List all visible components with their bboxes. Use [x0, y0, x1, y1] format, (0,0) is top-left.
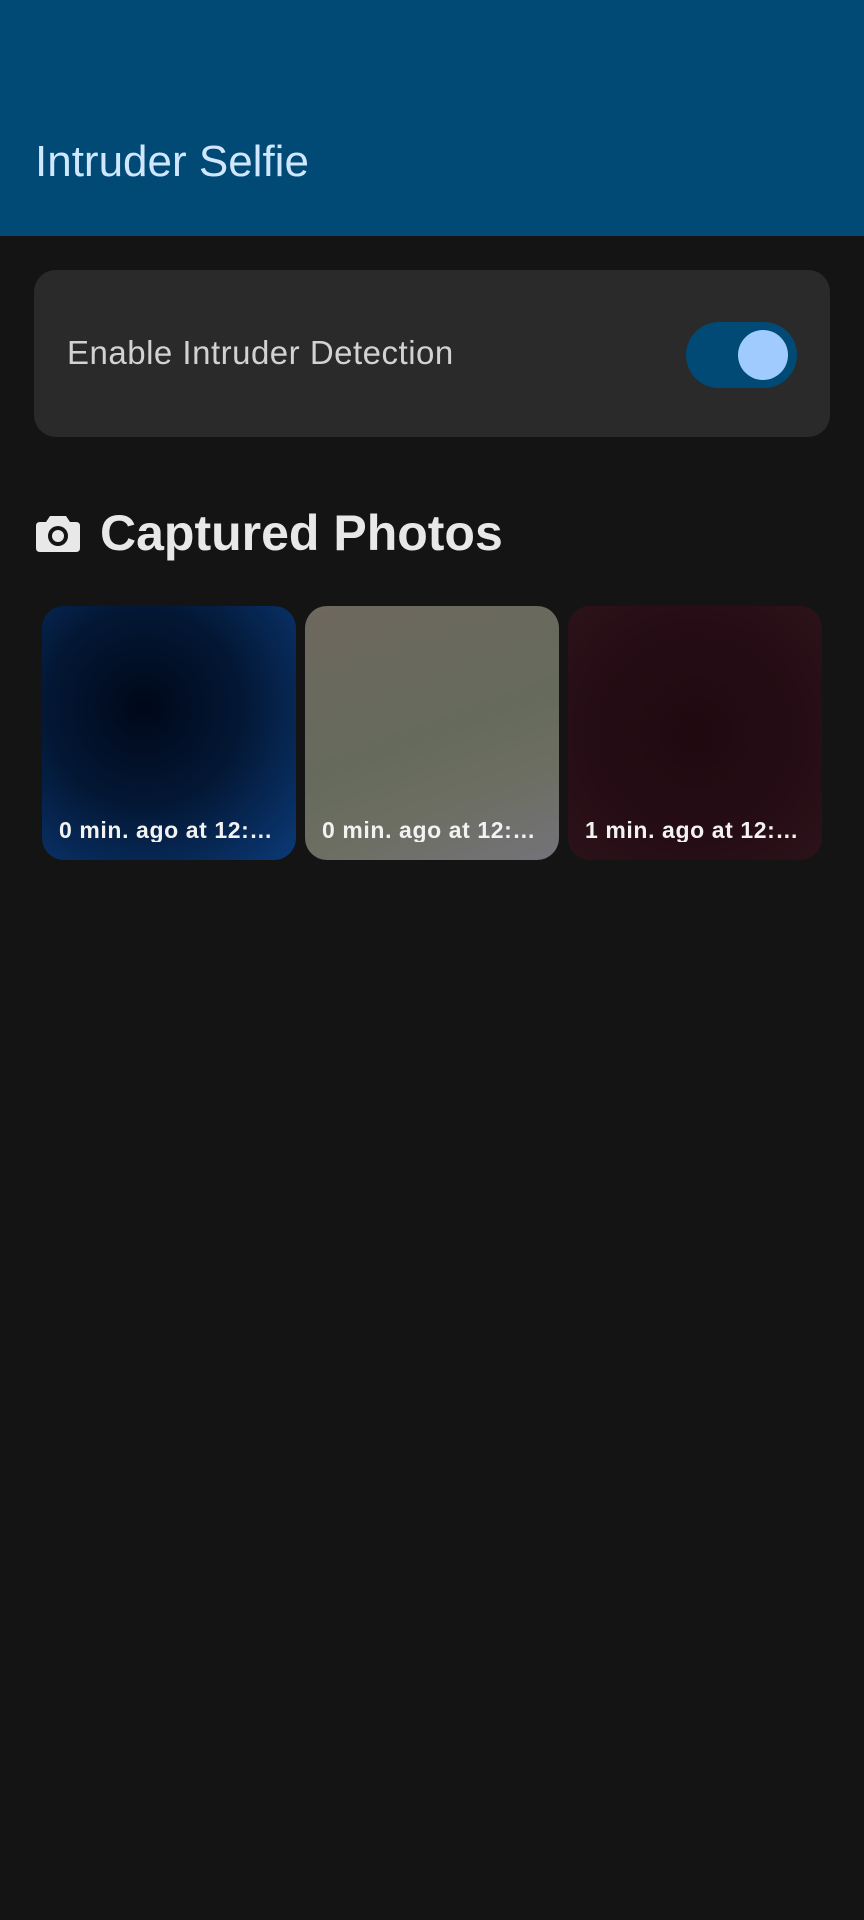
photo-caption: 0 min. ago at 12:2…	[59, 819, 281, 842]
photo-caption: 0 min. ago at 12:2…	[322, 819, 544, 842]
section-title: Captured Photos	[100, 505, 503, 561]
photo-thumbnail[interactable]: 0 min. ago at 12:2…	[42, 606, 296, 860]
photo-thumbnail[interactable]: 1 min. ago at 12:2…	[568, 606, 822, 860]
app-title: Intruder Selfie	[35, 137, 309, 186]
intruder-detection-label: Enable Intruder Detection	[67, 334, 454, 371]
camera-icon	[36, 516, 80, 552]
photo-caption: 1 min. ago at 12:2…	[585, 819, 807, 842]
app-bar: Intruder Selfie	[0, 0, 864, 236]
captured-photos-header: Captured Photos	[36, 505, 503, 561]
intruder-detection-toggle[interactable]	[686, 322, 797, 388]
intruder-detection-card: Enable Intruder Detection	[34, 270, 830, 437]
toggle-thumb	[738, 330, 788, 380]
photo-thumbnail[interactable]: 0 min. ago at 12:2…	[305, 606, 559, 860]
